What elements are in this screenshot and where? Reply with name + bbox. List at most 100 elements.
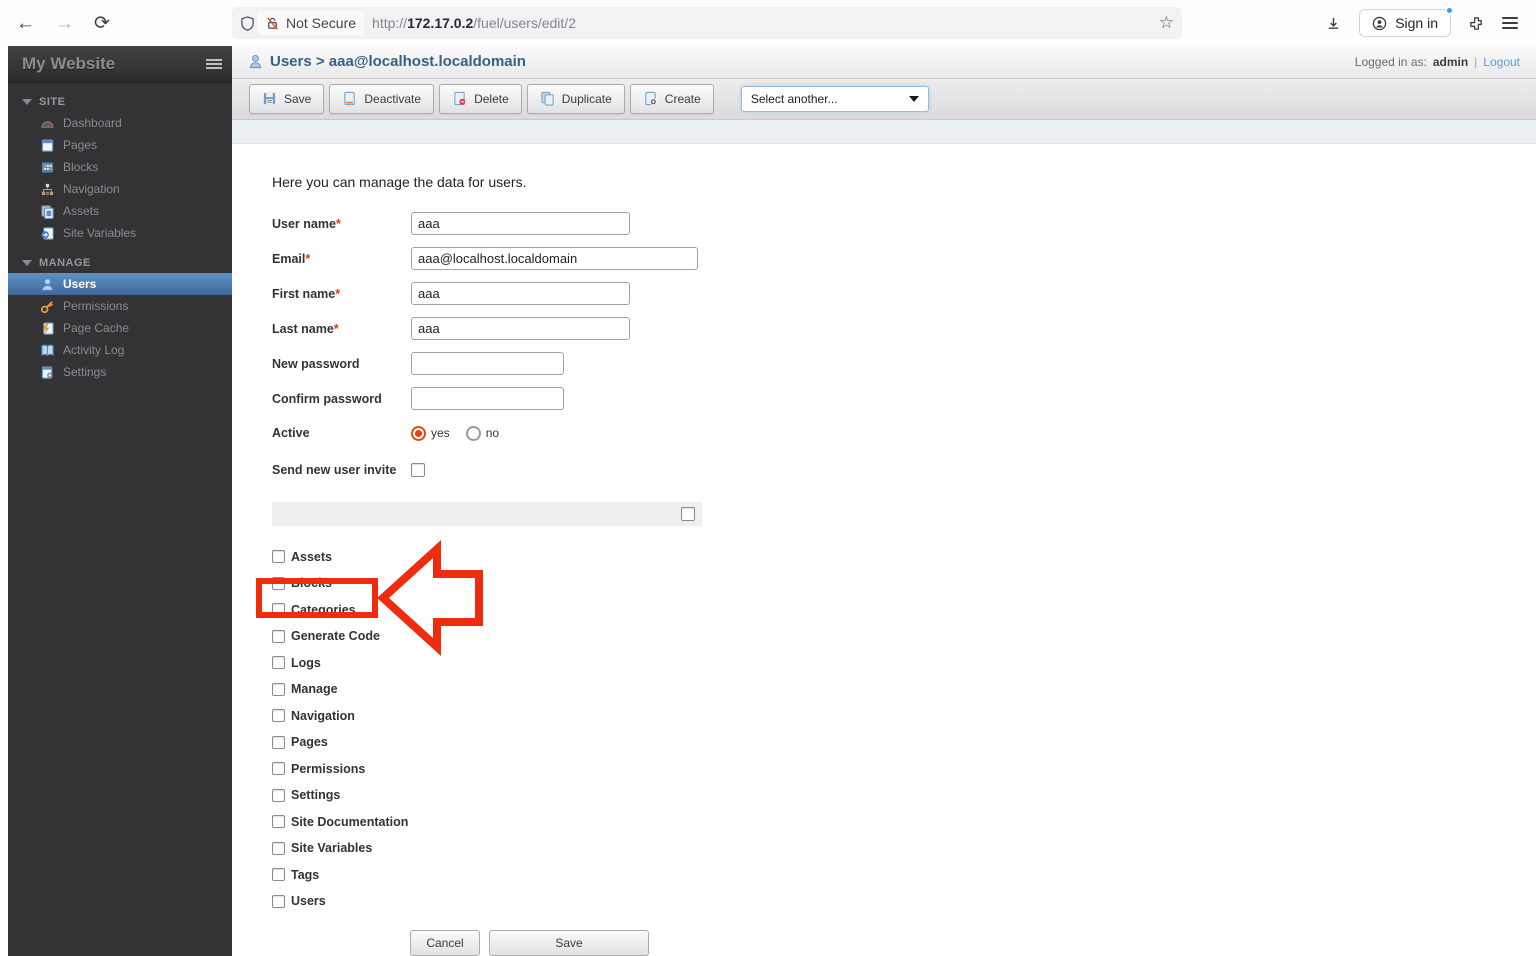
sidebar-item-users[interactable]: Users [8,273,232,295]
permission-row-generate-code: Generate Code [272,629,1536,643]
permission-row-tags: Tags [272,868,1536,882]
site-security-chip[interactable]: Not Secure [257,11,364,35]
forward-icon[interactable]: → [55,14,74,33]
select-all-permissions-checkbox[interactable] [681,507,695,521]
invite-label: Send new user invite [272,463,411,477]
active-yes-radio[interactable]: yes [411,426,450,441]
left-gutter [0,46,8,956]
site-variables-checkbox[interactable] [272,842,285,855]
duplicate-button[interactable]: Duplicate [527,84,625,114]
permission-row-categories: Categories [272,603,1536,617]
sidebar-section-site[interactable]: SITE [8,83,232,112]
sidebar-item-navigation[interactable]: Navigation [8,178,232,200]
deactivate-button[interactable]: Deactivate [329,84,434,114]
sidebar-item-permissions[interactable]: Permissions [8,295,232,317]
pages-icon [40,138,55,153]
invite-checkbox[interactable] [411,463,425,477]
bookmark-star-icon[interactable]: ☆ [1159,13,1174,33]
sidebar-item-blocks[interactable]: Blocks [8,156,232,178]
permission-row-site-documentation: Site Documentation [272,815,1536,829]
assets-icon [40,204,55,219]
assets-checkbox[interactable] [272,550,285,563]
logs-checkbox[interactable] [272,656,285,669]
sidebar-item-dashboard[interactable]: Dashboard [8,112,232,134]
logged-in-label: Logged in as: [1355,55,1427,69]
blocks-checkbox[interactable] [272,577,285,590]
select-another-dropdown[interactable]: Select another... [741,86,929,112]
permission-row-settings: Settings [272,788,1536,802]
permissions-list: Assets Blocks Categories Generate Code [272,550,1536,909]
first-name-label: First name* [272,282,411,301]
account-icon [1372,16,1387,31]
deactivate-icon [342,91,357,106]
extensions-icon[interactable] [1469,16,1484,31]
new-password-input[interactable] [411,352,564,375]
save-button[interactable]: Save [249,84,324,114]
tags-checkbox[interactable] [272,868,285,881]
sidebar-item-page-cache[interactable]: Page Cache [8,317,232,339]
sidebar-item-site-variables[interactable]: Site Variables [8,222,232,244]
generate-code-checkbox[interactable] [272,630,285,643]
menu-icon[interactable] [1502,17,1518,29]
notification-dot [1445,6,1454,15]
confirm-password-input[interactable] [411,387,564,410]
permission-row-pages: Pages [272,735,1536,749]
cancel-button[interactable]: Cancel [410,930,480,956]
settings-checkbox[interactable] [272,789,285,802]
select-another-value: Select another... [751,92,838,106]
create-icon [643,91,658,106]
first-name-input[interactable] [411,282,630,305]
username-label: User name* [272,212,411,231]
permission-row-users: Users [272,894,1536,908]
users-icon [40,277,55,292]
pages-checkbox[interactable] [272,736,285,749]
sidebar-item-activity-log[interactable]: Activity Log [8,339,232,361]
breadcrumb: Users > aaa@localhost.localdomain [270,53,526,70]
radio-unselected-icon [466,426,481,441]
permissions-checkbox[interactable] [272,762,285,775]
back-icon[interactable]: ← [16,14,35,33]
permission-row-navigation: Navigation [272,709,1536,723]
url-bar[interactable]: Not Secure http://172.17.0.2/fuel/users/… [232,7,1182,39]
manage-checkbox[interactable] [272,683,285,696]
blocks-icon [40,160,55,175]
sidebar-item-settings[interactable]: Settings [8,361,232,383]
sidebar-item-pages[interactable]: Pages [8,134,232,156]
categories-checkbox[interactable] [272,603,285,616]
permission-row-permissions: Permissions [272,762,1536,776]
page-header: Users > aaa@localhost.localdomain Logged… [232,46,1536,79]
permission-row-blocks: Blocks [272,576,1536,590]
create-button[interactable]: Create [630,84,714,114]
username-input[interactable] [411,212,630,235]
activity-log-icon [40,343,55,358]
signin-label: Sign in [1395,15,1438,31]
site-variables-icon [40,226,55,241]
email-input[interactable] [411,247,698,270]
active-no-radio[interactable]: no [466,426,499,441]
sidebar-item-assets[interactable]: Assets [8,200,232,222]
permission-row-manage: Manage [272,682,1536,696]
reload-icon[interactable]: ⟳ [94,14,110,33]
url-text: http://172.17.0.2/fuel/users/edit/2 [372,15,576,31]
users-checkbox[interactable] [272,895,285,908]
sidebar-list-icon[interactable] [206,59,222,69]
sidebar-section-manage[interactable]: MANAGE [8,244,232,273]
form-save-button[interactable]: Save [489,930,649,956]
navigation-icon [40,182,55,197]
navigation-checkbox[interactable] [272,709,285,722]
radio-selected-icon [411,426,426,441]
delete-button[interactable]: Delete [439,84,522,114]
dashboard-icon [40,116,55,131]
last-name-input[interactable] [411,317,630,340]
shield-icon[interactable] [240,16,255,31]
collapse-triangle-icon [22,260,32,266]
permission-row-site-variables: Site Variables [272,841,1536,855]
sidebar: My Website SITE Dashboard Pages [8,46,232,956]
download-icon[interactable] [1326,16,1341,31]
permission-row-assets: Assets [272,550,1536,564]
permissions-icon [40,299,55,314]
logout-link[interactable]: Logout [1483,55,1520,69]
security-label: Not Secure [286,15,356,31]
signin-button[interactable]: Sign in [1359,9,1451,37]
site-documentation-checkbox[interactable] [272,815,285,828]
